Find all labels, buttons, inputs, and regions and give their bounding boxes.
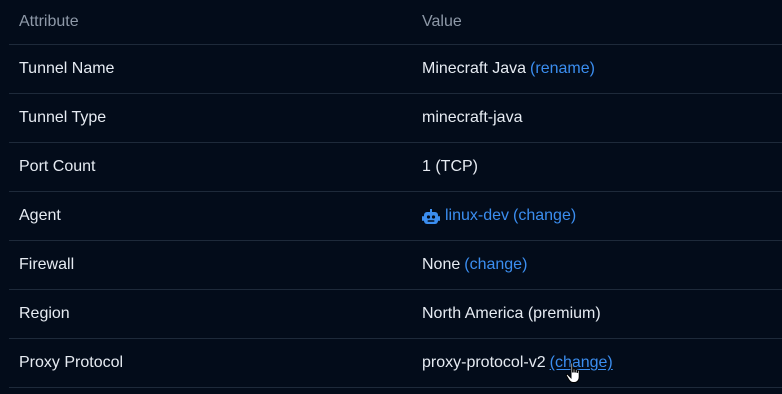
table-row-firewall: Firewall None (change) [9,241,782,290]
attribute-label: Region [19,305,70,322]
column-header-attribute: Attribute [19,13,79,30]
agent-link[interactable]: linux-dev [445,207,509,225]
tunnel-attributes-table: Attribute Value Tunnel Name Minecraft Ja… [9,0,782,388]
table-row-tunnel-name: Tunnel Name Minecraft Java (rename) [9,45,782,94]
robot-icon [422,209,440,224]
attribute-value: Minecraft Java (rename) [422,45,595,93]
proxy-protocol-value: proxy-protocol-v2 [422,354,546,371]
firewall-value: None [422,256,461,273]
table-row-port-count: Port Count 1 (TCP) [9,143,782,192]
table-row-proxy-protocol: Proxy Protocol proxy-protocol-v2 (change… [9,339,782,388]
attribute-value: linux-dev (change) [422,192,576,240]
tunnel-name-value: Minecraft Java [422,60,527,77]
attribute-label: Tunnel Type [19,109,107,126]
attribute-label: Tunnel Name [19,60,115,77]
table-row-region: Region North America (premium) [9,290,782,339]
region-value: North America (premium) [422,305,601,322]
table-row-agent: Agent linux-dev (change) [9,192,782,241]
attribute-label: Port Count [19,158,96,175]
change-agent-link[interactable]: (change) [513,207,576,225]
tunnel-type-value: minecraft-java [422,109,523,126]
attribute-label: Firewall [19,256,75,273]
change-firewall-link[interactable]: (change) [464,256,527,274]
rename-link[interactable]: (rename) [530,60,595,78]
table-header-row: Attribute Value [9,0,782,45]
attribute-label: Proxy Protocol [19,354,124,371]
hand-pointer-cursor-icon [565,362,580,383]
attribute-label: Agent [19,207,61,224]
port-count-value: 1 (TCP) [422,158,478,175]
table-row-tunnel-type: Tunnel Type minecraft-java [9,94,782,143]
column-header-value: Value [422,13,462,30]
attribute-value: None (change) [422,241,527,289]
